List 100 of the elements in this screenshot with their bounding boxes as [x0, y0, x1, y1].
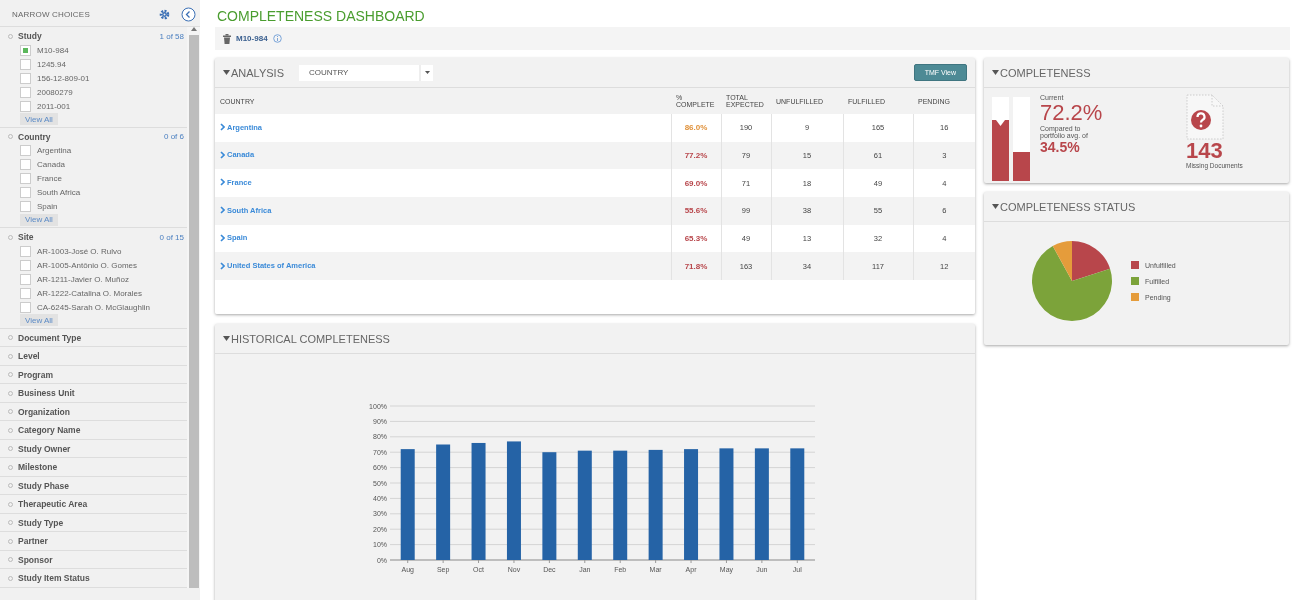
checkbox[interactable]: [20, 301, 31, 313]
checkbox[interactable]: [20, 201, 31, 212]
missing-document-icon: [1186, 94, 1224, 140]
checkbox[interactable]: [20, 287, 31, 299]
facet-option[interactable]: AR-1211-Javier O. Muñoz: [37, 274, 129, 284]
checkbox[interactable]: [20, 259, 31, 271]
bullet-icon: [8, 483, 13, 488]
facet-option[interactable]: 156-12-809-01: [37, 73, 90, 83]
facet-option[interactable]: 2011-001: [37, 101, 71, 111]
info-icon: [272, 34, 282, 43]
caret-icon: [223, 336, 230, 341]
percent-value: 86.0%: [684, 123, 708, 133]
checkbox[interactable]: [20, 86, 31, 98]
facet-option[interactable]: Canada: [37, 160, 66, 169]
facet-count: 0 of 6: [164, 132, 185, 141]
bullet-icon: [8, 390, 13, 396]
panel-title: ANALYSIS: [231, 66, 284, 79]
percent-value: 77.2%: [684, 151, 708, 161]
checkbox[interactable]: [20, 145, 31, 156]
page-title: COMPLETENESS DASHBOARD: [217, 7, 425, 26]
facet-option[interactable]: 20080279: [37, 87, 73, 97]
chevron-icon: [220, 261, 225, 270]
facet-header[interactable]: Study Phase: [18, 480, 187, 491]
bullet-icon: [8, 353, 13, 359]
facet-option[interactable]: CA-6245-Sarah O. McGlaughlin: [37, 302, 150, 312]
view-all-button[interactable]: View All: [20, 213, 58, 226]
current-value: 72.2%: [1040, 101, 1104, 125]
facet-header[interactable]: Category Name: [18, 425, 187, 435]
settings-icon[interactable]: [159, 8, 170, 20]
caret-icon: [992, 70, 999, 75]
checkbox[interactable]: [20, 245, 31, 257]
scrollbar[interactable]: [187, 27, 200, 588]
facet-option[interactable]: M10-984: [37, 45, 69, 55]
facet-option[interactable]: Argentina: [37, 146, 72, 155]
facet-header[interactable]: Organization: [18, 406, 187, 417]
bullet-icon: [8, 446, 13, 451]
facet-option[interactable]: Spain: [37, 202, 58, 211]
percent-value: 65.3%: [684, 234, 708, 244]
chevron-icon: [220, 123, 225, 132]
checkbox[interactable]: [20, 100, 31, 112]
bullet-icon: [8, 372, 13, 377]
bullet-icon: [8, 557, 13, 562]
checkbox[interactable]: [20, 159, 31, 170]
facet-option[interactable]: AR-1005-Antônio O. Gomes: [37, 260, 138, 270]
facet-option[interactable]: AR-1003-José O. Rulvo: [37, 246, 122, 256]
facet-header[interactable]: Therapeutic Area: [18, 499, 187, 509]
trash-icon[interactable]: [223, 33, 231, 44]
sidebar-title: NARROW CHOICES: [12, 9, 91, 19]
facet-header[interactable]: Study: [18, 31, 155, 41]
bullet-icon: [8, 464, 13, 470]
chevron-icon: [220, 233, 225, 242]
percent-value: 55.6%: [684, 206, 708, 216]
checkbox[interactable]: [20, 173, 31, 184]
bullet-icon: [8, 335, 13, 340]
facet-header[interactable]: Document Type: [18, 332, 187, 343]
facet-header[interactable]: Partner: [18, 536, 187, 546]
chevron-icon: [220, 150, 225, 159]
dimension-dropdown[interactable]: COUNTRY: [299, 64, 433, 81]
bullet-icon: [8, 33, 13, 39]
checkbox[interactable]: [20, 58, 31, 70]
missing-count: 143: [1186, 140, 1224, 162]
panel-title: COMPLETENESS STATUS: [1000, 200, 1136, 213]
facet-count: 0 of 15: [159, 232, 185, 242]
study-id: M10-984: [236, 34, 268, 43]
facet-option[interactable]: South Africa: [37, 188, 81, 197]
facet-header[interactable]: Sponsor: [18, 554, 187, 565]
caret-icon: [223, 70, 230, 75]
facet-header[interactable]: Site: [18, 232, 155, 242]
facet-header[interactable]: Study Type: [18, 517, 187, 528]
percent-value: 71.8%: [684, 261, 708, 271]
view-all-button[interactable]: View All: [20, 113, 58, 125]
dropdown-caret-icon: [424, 71, 430, 74]
facet-header[interactable]: Level: [18, 351, 187, 361]
bullet-icon: [8, 520, 13, 525]
caret-icon: [992, 204, 999, 209]
bullet-icon: [8, 538, 13, 544]
facet-count: 1 of 58: [159, 31, 185, 41]
facet-header[interactable]: Business Unit: [18, 388, 187, 398]
portfolio-value: 34.5%: [1040, 139, 1081, 155]
collapse-icon[interactable]: [181, 6, 196, 22]
bullet-icon: [8, 409, 13, 414]
checkbox[interactable]: [20, 187, 31, 198]
checkbox[interactable]: [20, 72, 31, 84]
facet-header[interactable]: Country: [18, 131, 159, 142]
facet-header[interactable]: Milestone: [18, 462, 187, 472]
facet-header[interactable]: Study Item Status: [18, 573, 187, 583]
facet-option[interactable]: France: [37, 174, 62, 183]
facet-option[interactable]: AR-1222-Catalina O. Morales: [37, 288, 142, 298]
facet-option[interactable]: 1245.94: [37, 59, 66, 69]
chevron-icon: [220, 206, 225, 215]
view-all-button[interactable]: View All: [20, 314, 58, 326]
checkbox[interactable]: [20, 273, 31, 285]
bullet-icon: [8, 427, 13, 433]
facet-header[interactable]: Program: [18, 369, 187, 380]
panel-title: HISTORICAL COMPLETENESS: [231, 332, 390, 345]
panel-title: COMPLETENESS: [1000, 66, 1091, 79]
checkbox[interactable]: [20, 44, 31, 56]
chevron-icon: [220, 178, 225, 187]
facet-header[interactable]: Study Owner: [18, 443, 187, 454]
bullet-icon: [8, 234, 13, 240]
